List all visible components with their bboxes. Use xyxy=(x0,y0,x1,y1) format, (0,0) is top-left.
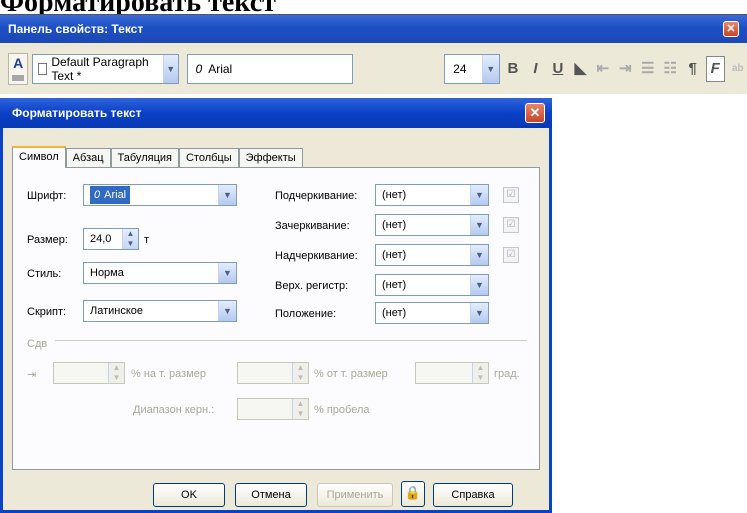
property-bar-toolbar: A Default Paragraph Text * ▼ 0 Arial 24 … xyxy=(0,43,747,95)
chevron-down-icon[interactable]: ▼ xyxy=(470,185,488,205)
dialog-title: Форматировать текст xyxy=(0,98,552,128)
drop-cap-icon[interactable]: ☷ xyxy=(661,55,679,83)
format-text-icon[interactable]: F xyxy=(705,56,725,82)
paragraph-style-select[interactable]: Default Paragraph Text * ▼ xyxy=(32,54,179,84)
style-select[interactable]: Норма ▼ xyxy=(83,262,237,284)
underline-value: (нет) xyxy=(382,189,407,201)
tab-paragraph[interactable]: Абзац xyxy=(65,148,111,168)
opentype-font-icon: 0 xyxy=(195,62,203,76)
shift-angle-spinner[interactable]: ▲ ▼ xyxy=(415,362,489,384)
spinner-arrows-icon[interactable]: ▲ ▼ xyxy=(122,229,138,249)
font-select[interactable]: 0 Arial ▼ xyxy=(83,184,237,206)
chevron-down-icon[interactable]: ▼ xyxy=(218,185,236,205)
underline-settings-checkbox[interactable]: ☑ xyxy=(503,187,519,203)
spinner-arrows-icon[interactable]: ▲ ▼ xyxy=(472,363,488,383)
format-text-dialog: Форматировать текст ✕ Символ Абзац Табул… xyxy=(0,98,552,513)
uppercase-value: (нет) xyxy=(382,279,407,291)
font-select[interactable]: 0 Arial xyxy=(186,54,353,84)
character-panel: Шрифт: 0 Arial ▼ Размер: 24,0 ▲ ▼ т Стиль:… xyxy=(12,167,540,470)
style-value: Норма xyxy=(90,267,124,279)
outdent-icon[interactable]: ⇤ xyxy=(594,55,612,83)
overline-value: (нет) xyxy=(382,249,407,261)
shift-y-unit: % от т. размер xyxy=(314,368,388,380)
ok-button[interactable]: OK xyxy=(153,483,225,507)
chevron-down-icon[interactable]: ▼ xyxy=(470,215,488,235)
font-size-value: 24 xyxy=(453,62,467,76)
size-label: Размер: xyxy=(27,234,68,246)
chevron-down-icon[interactable]: ▼ xyxy=(470,245,488,265)
align-icon[interactable]: ◣ xyxy=(571,55,589,83)
shift-x-unit: % на т. размер xyxy=(131,368,206,380)
paragraph-style-value: Default Paragraph Text * xyxy=(51,55,149,83)
overline-label: Надчеркивание: xyxy=(275,250,358,262)
style-label: Стиль: xyxy=(27,268,62,280)
kerning-label: Диапазон керн.: xyxy=(133,404,215,416)
shift-angle-unit: град. xyxy=(494,368,520,380)
spinner-arrows-icon[interactable]: ▲ ▼ xyxy=(108,363,124,383)
shift-y-spinner[interactable]: ▲ ▼ xyxy=(237,362,309,384)
lock-icon[interactable]: 🔒 xyxy=(401,481,425,507)
strikethrough-settings-checkbox[interactable]: ☑ xyxy=(503,217,519,233)
uppercase-select[interactable]: (нет) ▼ xyxy=(375,274,489,296)
script-value: Латинское xyxy=(90,305,144,317)
kerning-unit: % пробела xyxy=(314,404,370,416)
uppercase-label: Верх. регистр: xyxy=(275,280,349,292)
font-label: Шрифт: xyxy=(27,190,67,202)
bullet-list-icon[interactable]: ☰ xyxy=(639,55,657,83)
size-spinner[interactable]: 24,0 ▲ ▼ xyxy=(83,228,139,250)
paragraph-icon[interactable]: ¶ xyxy=(683,55,701,83)
shift-group-label: Сдв xyxy=(27,338,48,350)
font-select-value: 0 Arial xyxy=(90,186,131,204)
font-select-tail xyxy=(359,54,440,84)
font-size-select[interactable]: 24 ▼ xyxy=(444,54,500,84)
shift-x-icon: ⇥ xyxy=(27,369,37,381)
cancel-button[interactable]: Отмена xyxy=(235,483,307,507)
close-icon[interactable]: ✕ xyxy=(525,103,545,123)
italic-icon[interactable]: I xyxy=(526,55,544,83)
font-select-value: Arial xyxy=(208,62,233,76)
help-button[interactable]: Справка xyxy=(433,483,513,507)
tab-effects[interactable]: Эффекты xyxy=(238,148,303,168)
overline-select[interactable]: (нет) ▼ xyxy=(375,244,489,266)
bold-icon[interactable]: B xyxy=(504,55,522,83)
chevron-down-icon[interactable]: ▼ xyxy=(470,303,488,323)
group-divider xyxy=(55,340,527,341)
dialog-tabs: Символ Абзац Табуляция Столбцы Эффекты xyxy=(12,146,303,168)
position-select[interactable]: (нет) ▼ xyxy=(375,302,489,324)
strikethrough-label: Зачеркивание: xyxy=(275,220,350,232)
script-select[interactable]: Латинское ▼ xyxy=(83,300,237,322)
chevron-down-icon[interactable]: ▼ xyxy=(162,55,178,83)
overline-settings-checkbox[interactable]: ☑ xyxy=(503,247,519,263)
chevron-down-icon[interactable]: ▼ xyxy=(470,275,488,295)
spinner-arrows-icon[interactable]: ▲ ▼ xyxy=(292,399,308,419)
size-unit: т xyxy=(144,234,150,246)
indent-icon[interactable]: ⇥ xyxy=(616,55,634,83)
tab-columns[interactable]: Столбцы xyxy=(178,148,239,168)
position-label: Положение: xyxy=(275,308,337,320)
position-value: (нет) xyxy=(382,307,407,319)
script-label: Скрипт: xyxy=(27,306,67,318)
chevron-down-icon[interactable]: ▼ xyxy=(218,263,236,283)
tab-character[interactable]: Символ xyxy=(12,146,66,168)
underline-icon[interactable]: U xyxy=(549,55,567,83)
chevron-down-icon[interactable]: ▼ xyxy=(218,301,236,321)
property-bar-title: Панель свойств: Текст xyxy=(0,15,747,43)
chevron-down-icon[interactable]: ▼ xyxy=(481,55,499,83)
kerning-spinner[interactable]: ▲ ▼ xyxy=(237,398,309,420)
strikethrough-select[interactable]: (нет) ▼ xyxy=(375,214,489,236)
close-icon[interactable]: ✕ xyxy=(723,21,739,37)
text-tool-icon[interactable]: A xyxy=(8,53,29,85)
paragraph-style-icon xyxy=(38,63,48,75)
size-value: 24,0 xyxy=(90,233,112,245)
apply-button[interactable]: Применить xyxy=(317,483,393,507)
tab-tabs[interactable]: Табуляция xyxy=(110,148,179,168)
edit-text-icon[interactable]: ab xyxy=(729,55,747,83)
spinner-arrows-icon[interactable]: ▲ ▼ xyxy=(292,363,308,383)
shift-x-spinner[interactable]: ▲ ▼ xyxy=(53,362,125,384)
underline-label: Подчеркивание: xyxy=(275,190,358,202)
property-bar-window: Панель свойств: Текст ✕ A Default Paragr… xyxy=(0,14,747,94)
underline-select[interactable]: (нет) ▼ xyxy=(375,184,489,206)
strikethrough-value: (нет) xyxy=(382,219,407,231)
